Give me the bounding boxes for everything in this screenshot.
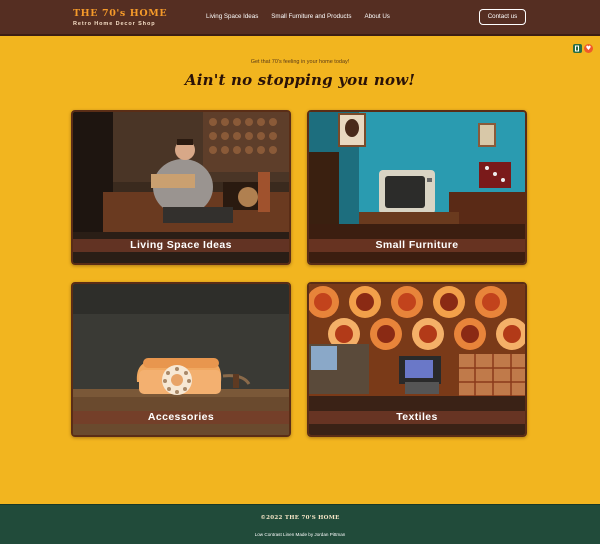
site-header: THE 70's HOME Retro Home Decor Shop Livi… xyxy=(0,0,600,36)
footer-copyright: ©2022 THE 70'S HOME xyxy=(260,515,340,521)
card-accessories[interactable]: Accessories xyxy=(71,282,291,437)
footer-credit[interactable]: Low Contrast Linen Made by Jordan Pittma… xyxy=(0,532,600,537)
nav-small-furniture[interactable]: Small Furniture and Products xyxy=(271,13,351,20)
nav-living-space-ideas[interactable]: Living Space Ideas xyxy=(206,13,258,20)
card-small-furniture[interactable]: Small Furniture xyxy=(307,110,527,265)
hero-headline: Ain't no stopping you now! xyxy=(184,71,416,89)
card-label: Living Space Ideas xyxy=(73,239,289,252)
card-label: Textiles xyxy=(309,411,525,424)
card-living-space-ideas[interactable]: Living Space Ideas xyxy=(71,110,291,265)
extension-door-icon[interactable] xyxy=(573,44,582,53)
nav-about-us[interactable]: About Us xyxy=(364,13,389,20)
extension-heart-icon[interactable]: ♥ xyxy=(584,44,593,53)
card-label: Small Furniture xyxy=(309,239,525,252)
brand-subtitle: Retro Home Decor Shop xyxy=(73,21,156,27)
main-nav: Living Space Ideas Small Furniture and P… xyxy=(206,13,403,20)
site-footer: ©2022 THE 70'S HOME Low Contrast Linen M… xyxy=(0,504,600,544)
brand-title: THE 70's HOME xyxy=(73,8,168,19)
card-label: Accessories xyxy=(73,411,289,424)
hero-tagline: Get that 70's feeling in your home today… xyxy=(250,59,350,65)
contact-button[interactable]: Contact us xyxy=(479,9,526,25)
card-textiles[interactable]: Textiles xyxy=(307,282,527,437)
brand-logo[interactable]: THE 70's HOME Retro Home Decor Shop xyxy=(73,8,167,27)
extension-icons: ♥ xyxy=(571,44,593,53)
